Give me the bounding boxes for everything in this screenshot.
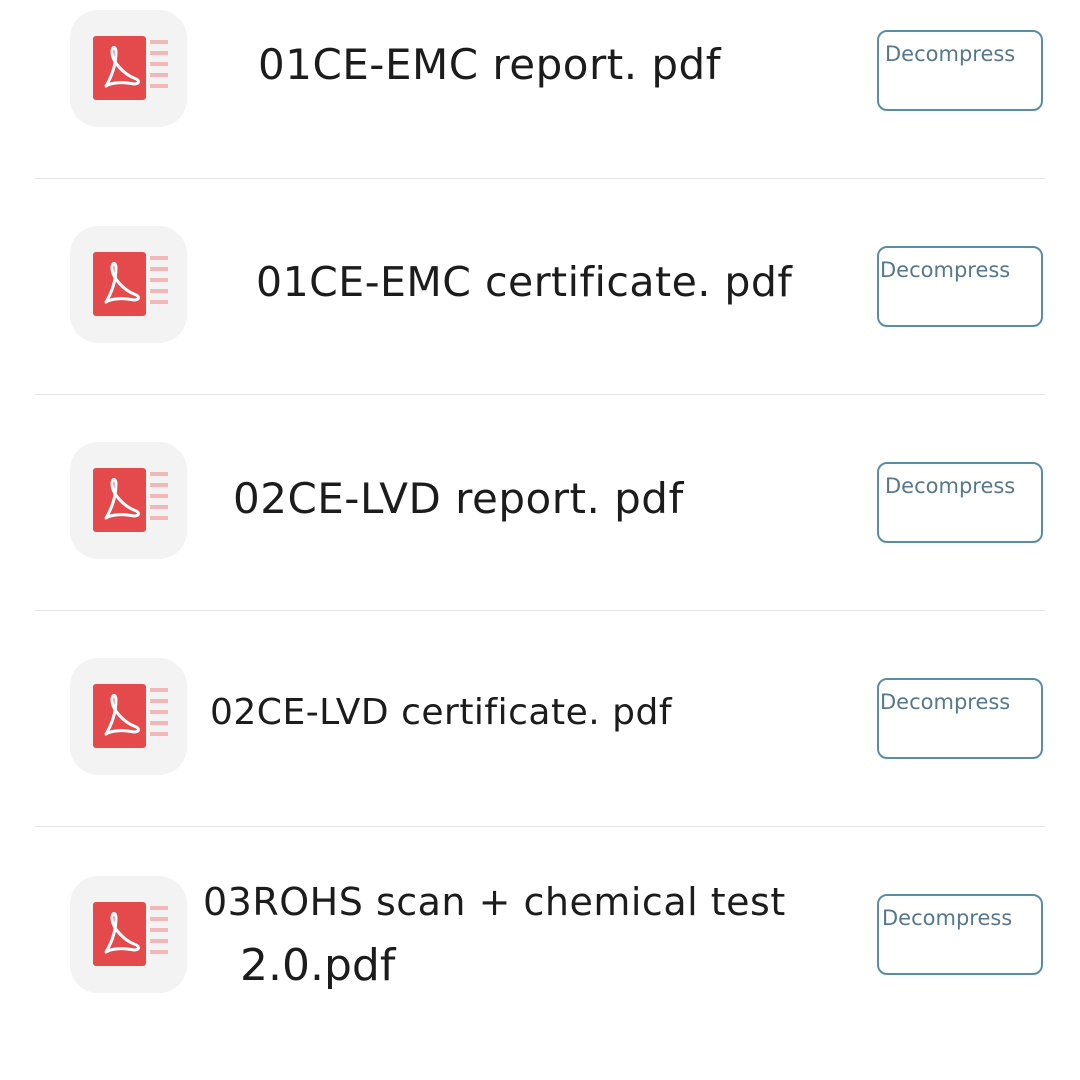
divider — [35, 610, 1045, 611]
divider — [35, 826, 1045, 827]
decompress-button-label: Decompress — [885, 474, 1016, 498]
pdf-file-icon — [70, 658, 187, 775]
file-name-line-1: 03ROHS scan + chemical test — [203, 880, 786, 924]
decompress-button[interactable]: Decompress — [877, 246, 1043, 327]
pdf-file-icon — [70, 226, 187, 343]
pdf-file-icon — [70, 442, 187, 559]
list-item[interactable]: 02CE-LVD certificate. pdf Decompress — [0, 648, 1080, 864]
list-item[interactable]: 03ROHS scan + chemical test 2.0.pdf Deco… — [0, 864, 1080, 1080]
file-name: 01CE-EMC report. pdf — [258, 40, 721, 89]
file-name-line-2: 2.0.pdf — [240, 940, 396, 991]
decompress-button-label: Decompress — [880, 690, 1011, 714]
decompress-button[interactable]: Decompress — [877, 30, 1043, 111]
list-item[interactable]: 01CE-EMC report. pdf Decompress — [0, 0, 1080, 216]
file-name: 02CE-LVD certificate. pdf — [210, 692, 672, 733]
file-name: 02CE-LVD report. pdf — [233, 474, 684, 523]
decompress-button[interactable]: Decompress — [877, 462, 1043, 543]
list-item[interactable]: 01CE-EMC certificate. pdf Decompress — [0, 216, 1080, 432]
file-list: 01CE-EMC report. pdf Decompress 01CE-EMC… — [0, 0, 1080, 1033]
list-item[interactable]: 02CE-LVD report. pdf Decompress — [0, 432, 1080, 648]
pdf-file-icon — [70, 10, 187, 127]
pdf-file-icon — [70, 876, 187, 993]
decompress-button-label: Decompress — [885, 42, 1016, 66]
decompress-button[interactable]: Decompress — [877, 678, 1043, 759]
decompress-button-label: Decompress — [882, 906, 1013, 930]
file-name: 01CE-EMC certificate. pdf — [256, 258, 793, 306]
decompress-button-label: Decompress — [880, 258, 1011, 282]
divider — [35, 178, 1045, 179]
decompress-button[interactable]: Decompress — [877, 894, 1043, 975]
divider — [35, 394, 1045, 395]
